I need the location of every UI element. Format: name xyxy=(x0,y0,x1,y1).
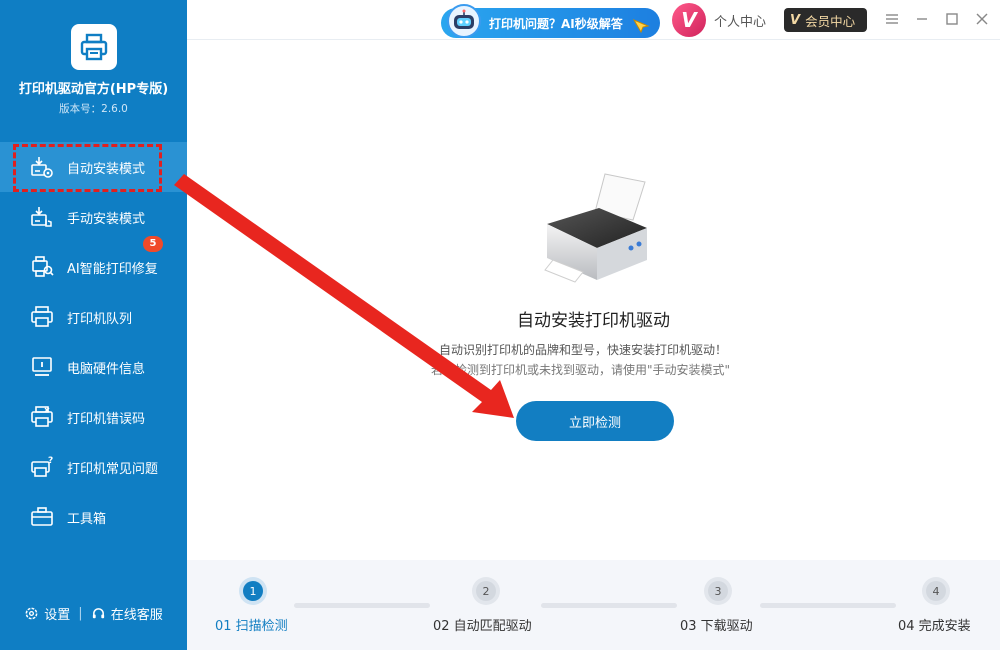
sidebar-item-label: 电脑硬件信息 xyxy=(67,361,146,377)
close-icon[interactable] xyxy=(973,10,991,28)
printer-illustration xyxy=(544,173,647,283)
minimize-icon[interactable] xyxy=(913,10,931,28)
printer-logo-icon xyxy=(80,33,108,61)
step-3-circle: 3 xyxy=(704,577,732,605)
error-code-icon xyxy=(30,405,54,429)
step-number: 1 xyxy=(243,581,263,601)
description-line-1: 自动识别打印机的品牌和型号，快速安装打印机驱动！ xyxy=(439,343,728,357)
sidebar-item-manual-install[interactable]: 手动安装模式 xyxy=(0,192,187,242)
step-connector xyxy=(541,603,677,608)
step-number: 4 xyxy=(926,581,946,601)
vip-logo-icon[interactable]: V xyxy=(672,3,706,37)
detect-now-button[interactable]: 立即检测 xyxy=(516,401,674,441)
sidebar-item-label: 自动安装模式 xyxy=(67,161,146,177)
sidebar-nav: 自动安装模式 手动安装模式 AI智能打印修复 打印机队列 电脑硬件信息 打印机错… xyxy=(0,142,187,542)
sidebar-item-printer-queue[interactable]: 打印机队列 xyxy=(0,292,187,342)
app-logo xyxy=(71,24,117,70)
gear-icon xyxy=(25,607,38,620)
support-label: 在线客服 xyxy=(110,608,163,623)
step-connector xyxy=(760,603,896,608)
ai-repair-icon xyxy=(30,255,54,279)
sidebar-item-label: 手动安装模式 xyxy=(67,211,146,227)
maximize-icon[interactable] xyxy=(943,10,961,28)
printer-queue-icon xyxy=(30,305,54,329)
page-title: 自动安装打印机驱动 xyxy=(517,311,670,331)
sidebar-item-faq[interactable]: ? 打印机常见问题 xyxy=(0,442,187,492)
step-connector xyxy=(294,603,430,608)
sidebar-item-hardware-info[interactable]: 电脑硬件信息 xyxy=(0,342,187,392)
notification-badge: 5 xyxy=(143,236,163,252)
headset-icon xyxy=(92,608,104,619)
app-title: 打印机驱动官方(HP专版) xyxy=(18,82,169,97)
step-3-label: 03 下载驱动 xyxy=(680,619,753,634)
sidebar: 打印机驱动官方(HP专版) 版本号：2.6.0 自动安装模式 手动安装模式 AI… xyxy=(0,0,187,650)
app-version: 版本号：2.6.0 xyxy=(59,103,128,115)
step-number: 3 xyxy=(708,581,728,601)
svg-text:?: ? xyxy=(48,456,53,466)
sidebar-item-label: 打印机队列 xyxy=(67,311,133,327)
ai-banner-text: 打印机问题？AI秒级解答 xyxy=(489,16,623,31)
online-support-button[interactable]: 在线客服 xyxy=(91,604,163,623)
sidebar-footer: 设置 | 在线客服 xyxy=(0,604,187,623)
sidebar-item-toolbox[interactable]: 工具箱 xyxy=(0,492,187,542)
pointer-hand-icon xyxy=(632,18,650,33)
manual-install-icon xyxy=(30,205,54,229)
step-1-circle: 1 xyxy=(239,577,267,605)
footer-divider: | xyxy=(78,606,83,621)
member-center-button[interactable]: V 会员中心 xyxy=(784,8,867,32)
install-steps: 1 2 3 4 01 扫描检测 02 自动匹配驱动 03 下载驱动 04 完成安… xyxy=(187,560,1000,650)
personal-center-link[interactable]: 个人中心 xyxy=(714,11,766,30)
main-panel: 自动安装打印机驱动 自动识别打印机的品牌和型号，快速安装打印机驱动！ 若未检测到… xyxy=(187,40,1000,560)
sidebar-item-error-code[interactable]: 打印机错误码 xyxy=(0,392,187,442)
auto-install-icon xyxy=(30,155,54,179)
menu-icon[interactable] xyxy=(883,10,901,28)
settings-button[interactable]: 设置 xyxy=(24,604,70,623)
vip-badge-icon: V xyxy=(790,12,801,28)
sidebar-item-label: 打印机错误码 xyxy=(67,411,146,427)
step-4-circle: 4 xyxy=(922,577,950,605)
sidebar-item-label: 打印机常见问题 xyxy=(67,461,159,477)
sidebar-item-label: AI智能打印修复 xyxy=(67,261,158,277)
title-bar: 打印机问题？AI秒级解答 V 个人中心 V 会员中心 xyxy=(187,0,1000,40)
sidebar-item-label: 工具箱 xyxy=(67,511,107,527)
robot-icon xyxy=(447,4,481,38)
ai-help-banner[interactable]: 打印机问题？AI秒级解答 xyxy=(441,4,660,38)
step-1-label: 01 扫描检测 xyxy=(215,619,288,634)
step-2-label: 02 自动匹配驱动 xyxy=(433,619,532,634)
member-center-label: 会员中心 xyxy=(805,13,856,29)
faq-icon: ? xyxy=(30,455,54,479)
hardware-info-icon xyxy=(30,355,54,379)
step-2-circle: 2 xyxy=(472,577,500,605)
step-4-label: 04 完成安装 xyxy=(898,619,971,634)
settings-label: 设置 xyxy=(44,608,71,623)
sidebar-item-auto-install[interactable]: 自动安装模式 xyxy=(0,142,187,192)
step-number: 2 xyxy=(476,581,496,601)
description-line-2: 若未检测到打印机或未找到驱动，请使用"手动安装模式" xyxy=(431,363,731,377)
toolbox-icon xyxy=(30,505,54,529)
